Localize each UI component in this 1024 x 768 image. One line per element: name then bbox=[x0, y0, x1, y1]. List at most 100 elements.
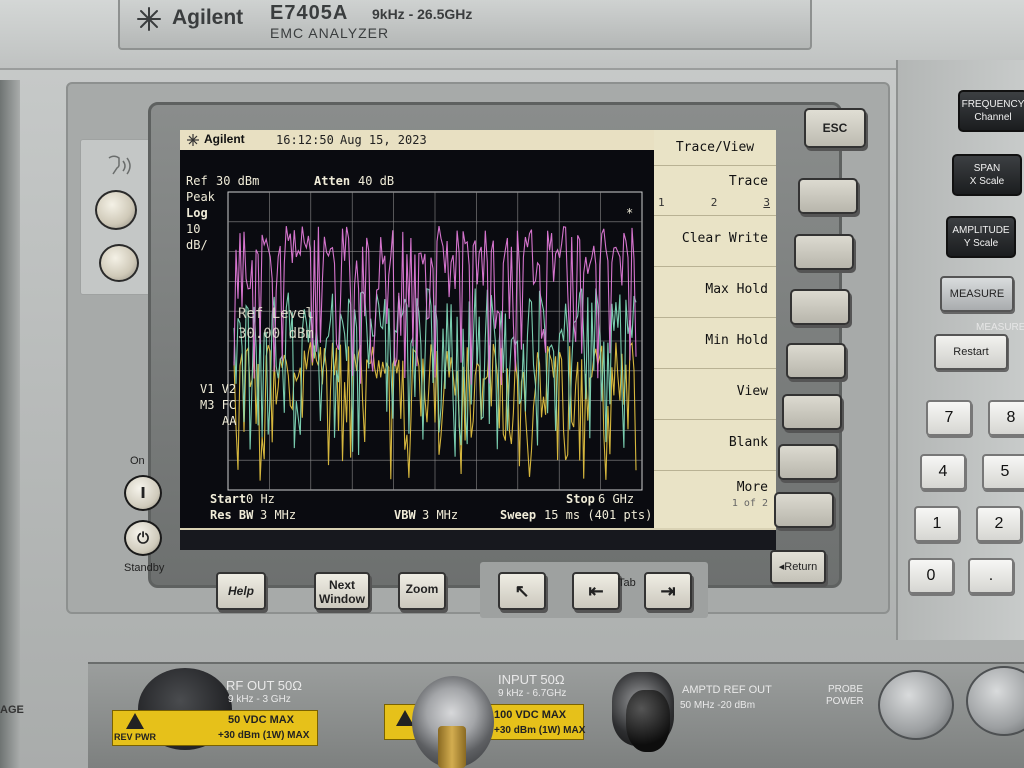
ref-label: Ref bbox=[186, 174, 208, 188]
ref-out-plug bbox=[626, 690, 670, 752]
next-window-button[interactable]: Next Window bbox=[314, 572, 370, 610]
input-label: INPUT 50Ω bbox=[498, 672, 565, 687]
on-label: On bbox=[130, 455, 145, 467]
left-lower-key[interactable] bbox=[99, 244, 139, 282]
frequency-channel-button[interactable]: FREQUENCY Channel bbox=[958, 90, 1024, 132]
probe-power-connector-1[interactable] bbox=[878, 670, 954, 740]
num-2-key[interactable]: 2 bbox=[976, 506, 1022, 542]
brand-name: Agilent bbox=[172, 6, 244, 29]
softkey-clear-write[interactable]: Clear Write bbox=[654, 217, 776, 267]
softkey-view[interactable]: View bbox=[654, 370, 776, 420]
standby-label: Standby bbox=[124, 562, 165, 574]
next-window-label-2: Window bbox=[319, 592, 365, 606]
stop-label: Stop bbox=[566, 492, 595, 506]
screen-brand: Agilent bbox=[204, 132, 245, 146]
input-range: 9 kHz - 6.7GHz bbox=[498, 688, 567, 699]
left-key-recess bbox=[80, 139, 156, 295]
return-label: Return bbox=[784, 561, 818, 573]
channel-label: Channel bbox=[974, 112, 1012, 123]
rf-out-warning-prefix: REV PWR bbox=[114, 732, 157, 742]
sweep-label: Sweep bbox=[500, 508, 537, 522]
screen-header: Agilent 16:12:50 Aug 15, 2023 bbox=[180, 130, 654, 150]
vbw-label: VBW bbox=[394, 508, 416, 522]
softkey-button-3[interactable] bbox=[790, 289, 850, 325]
standby-button[interactable]: ⏻ bbox=[124, 520, 162, 556]
softkey-more-page: 1 of 2 bbox=[731, 498, 768, 509]
flags-line-1: V1 V2 bbox=[200, 382, 237, 396]
flags-line-3: AA bbox=[222, 414, 237, 428]
softkey-view-label: View bbox=[736, 384, 768, 399]
softkey-button-5[interactable] bbox=[782, 394, 842, 430]
stop-value: 6 GHz bbox=[598, 492, 635, 506]
softkey-min-hold-label: Min Hold bbox=[705, 333, 768, 348]
model-frequency-range: 9kHz - 26.5GHz bbox=[372, 6, 473, 22]
softkey-trace[interactable]: Trace 1 2 3 bbox=[654, 166, 776, 216]
scale-type: Log bbox=[186, 206, 208, 220]
yscale-label: Y Scale bbox=[963, 238, 999, 249]
softkey-more[interactable]: More 1 of 2 bbox=[654, 472, 776, 522]
side-label: AGE bbox=[0, 704, 24, 716]
num-4-key[interactable]: 4 bbox=[920, 454, 966, 490]
warning-triangle-icon bbox=[126, 713, 144, 729]
span-label: SPAN bbox=[973, 163, 1001, 174]
softkey-min-hold[interactable]: Min Hold bbox=[654, 319, 776, 369]
num-0-key[interactable]: 0 bbox=[908, 558, 954, 594]
num-1-key[interactable]: 1 bbox=[914, 506, 960, 542]
analyzer-screen: Agilent 16:12:50 Aug 15, 2023 Ref 30 dBm… bbox=[180, 130, 776, 550]
rf-out-warning-line-1: 50 VDC MAX bbox=[228, 714, 295, 726]
screen-time: 16:12:50 bbox=[276, 133, 334, 147]
softkey-blank[interactable]: Blank bbox=[654, 421, 776, 471]
menu-title: Trace/View bbox=[654, 130, 776, 166]
softkey-menu: Trace/View Trace 1 2 3 Clear Write Max H… bbox=[654, 130, 776, 528]
power-on-button[interactable]: I bbox=[124, 475, 162, 511]
num-5-key[interactable]: 5 bbox=[982, 454, 1024, 490]
zoom-button[interactable]: Zoom bbox=[398, 572, 446, 610]
restart-button[interactable]: Restart bbox=[934, 334, 1008, 370]
input-warning-line-2: +30 dBm (1W) MAX bbox=[494, 725, 586, 736]
left-upper-key[interactable] bbox=[95, 190, 137, 230]
chassis-left-edge bbox=[0, 80, 20, 768]
rf-out-range: 9 kHz - 3 GHz bbox=[228, 694, 291, 705]
tab-back-button[interactable]: ⇤ bbox=[572, 572, 620, 610]
softkey-more-label: More bbox=[736, 480, 768, 495]
agilent-spark-icon bbox=[137, 7, 161, 31]
input-warning-line-1: 100 VDC MAX bbox=[494, 709, 567, 721]
power-label: POWER bbox=[826, 696, 864, 707]
trace-option-1: 1 bbox=[658, 196, 665, 209]
trace-option-3: 3 bbox=[763, 196, 770, 209]
rf-out-label: RF OUT 50Ω bbox=[226, 678, 302, 693]
num-8-key[interactable]: 8 bbox=[988, 400, 1024, 436]
softkey-button-2[interactable] bbox=[794, 234, 854, 270]
arrow-up-left-button[interactable]: ↖ bbox=[498, 572, 546, 610]
softkey-button-7[interactable] bbox=[774, 492, 834, 528]
softkey-max-hold[interactable]: Max Hold bbox=[654, 268, 776, 318]
amptd-ref-out-spec: 50 MHz -20 dBm bbox=[680, 700, 756, 711]
esc-button[interactable]: ESC bbox=[804, 108, 866, 148]
next-window-label-1: Next bbox=[328, 578, 355, 592]
speaker-volume-icon bbox=[108, 155, 131, 175]
brand-plate: Agilent E7405A 9kHz - 26.5GHz EMC ANALYZ… bbox=[118, 0, 812, 50]
span-xscale-button[interactable]: SPAN X Scale bbox=[952, 154, 1022, 196]
tab-forward-icon: ⇥ bbox=[660, 581, 676, 601]
probe-label: PROBE bbox=[828, 684, 864, 695]
return-button[interactable]: ◂Return bbox=[770, 550, 826, 584]
tab-forward-button[interactable]: ⇥ bbox=[644, 572, 692, 610]
trace-option-2: 2 bbox=[710, 196, 718, 209]
help-button[interactable]: Help bbox=[216, 572, 266, 610]
amplitude-yscale-button[interactable]: AMPLITUDE Y Scale bbox=[946, 216, 1016, 258]
detector-mode: Peak bbox=[186, 190, 215, 204]
amptd-ref-out-label: AMPTD REF OUT bbox=[682, 684, 772, 696]
model-number: E7405A bbox=[270, 2, 349, 24]
rbw-value: 3 MHz bbox=[260, 508, 297, 522]
softkey-button-6[interactable] bbox=[778, 444, 838, 480]
input-connector-pin bbox=[438, 726, 466, 768]
ref-level-label: Ref Level bbox=[238, 306, 314, 322]
tab-back-icon: ⇤ bbox=[588, 581, 604, 601]
atten-label: Atten bbox=[314, 174, 351, 188]
softkey-button-4[interactable] bbox=[786, 343, 846, 379]
softkey-button-1[interactable] bbox=[798, 178, 858, 214]
measure-button[interactable]: MEASURE bbox=[940, 276, 1014, 312]
decimal-key[interactable]: . bbox=[968, 558, 1014, 594]
num-7-key[interactable]: 7 bbox=[926, 400, 972, 436]
agilent-spark-icon bbox=[187, 134, 199, 146]
